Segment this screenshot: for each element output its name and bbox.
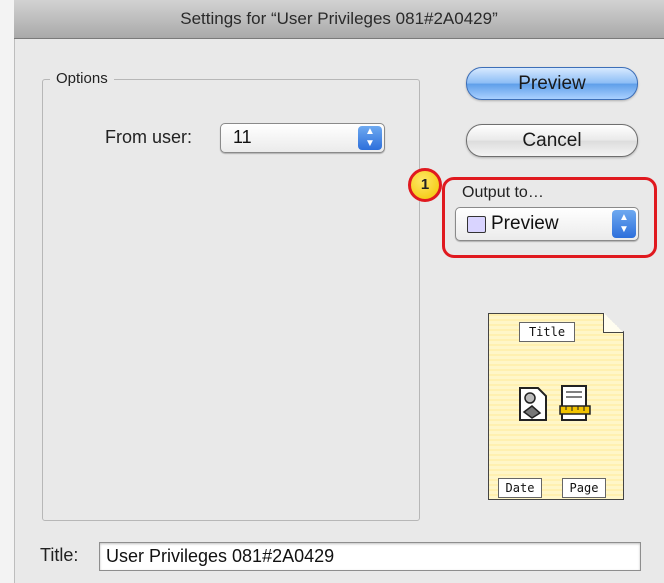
cancel-button[interactable]: Cancel <box>466 124 638 157</box>
from-user-popup[interactable]: 11 ▲ ▼ <box>220 123 385 153</box>
from-user-value: 11 <box>233 127 252 147</box>
preview-window-icon <box>467 216 486 233</box>
title-input[interactable] <box>99 542 641 571</box>
output-to-popup[interactable]: Preview ▲ ▼ <box>455 207 639 241</box>
page-fold-corner <box>603 313 623 333</box>
callout-number-badge: 1 <box>408 168 442 202</box>
title-field-label: Title: <box>40 545 79 565</box>
layout-date-chip: Date <box>498 478 542 498</box>
cancel-button-label: Cancel <box>522 130 582 151</box>
output-to-label: Output to… <box>462 184 544 201</box>
popup-arrows-icon: ▲ ▼ <box>358 126 382 150</box>
preview-button[interactable]: Preview <box>466 67 638 100</box>
background-window-edge <box>0 0 15 583</box>
popup-arrows-icon: ▲ ▼ <box>612 210 636 238</box>
ruler-page-icon <box>558 384 592 424</box>
window-title: Settings for “User Privileges 081#2A0429… <box>180 9 498 28</box>
layout-page-chip: Page <box>562 478 606 498</box>
output-to-value: Preview <box>491 213 559 234</box>
options-group-title: Options <box>50 70 114 87</box>
window-titlebar: Settings for “User Privileges 081#2A0429… <box>14 0 664 39</box>
from-user-label: From user: <box>105 127 193 147</box>
layout-title-chip: Title <box>519 322 575 342</box>
document-icon <box>518 386 548 422</box>
preview-button-label: Preview <box>518 73 586 94</box>
